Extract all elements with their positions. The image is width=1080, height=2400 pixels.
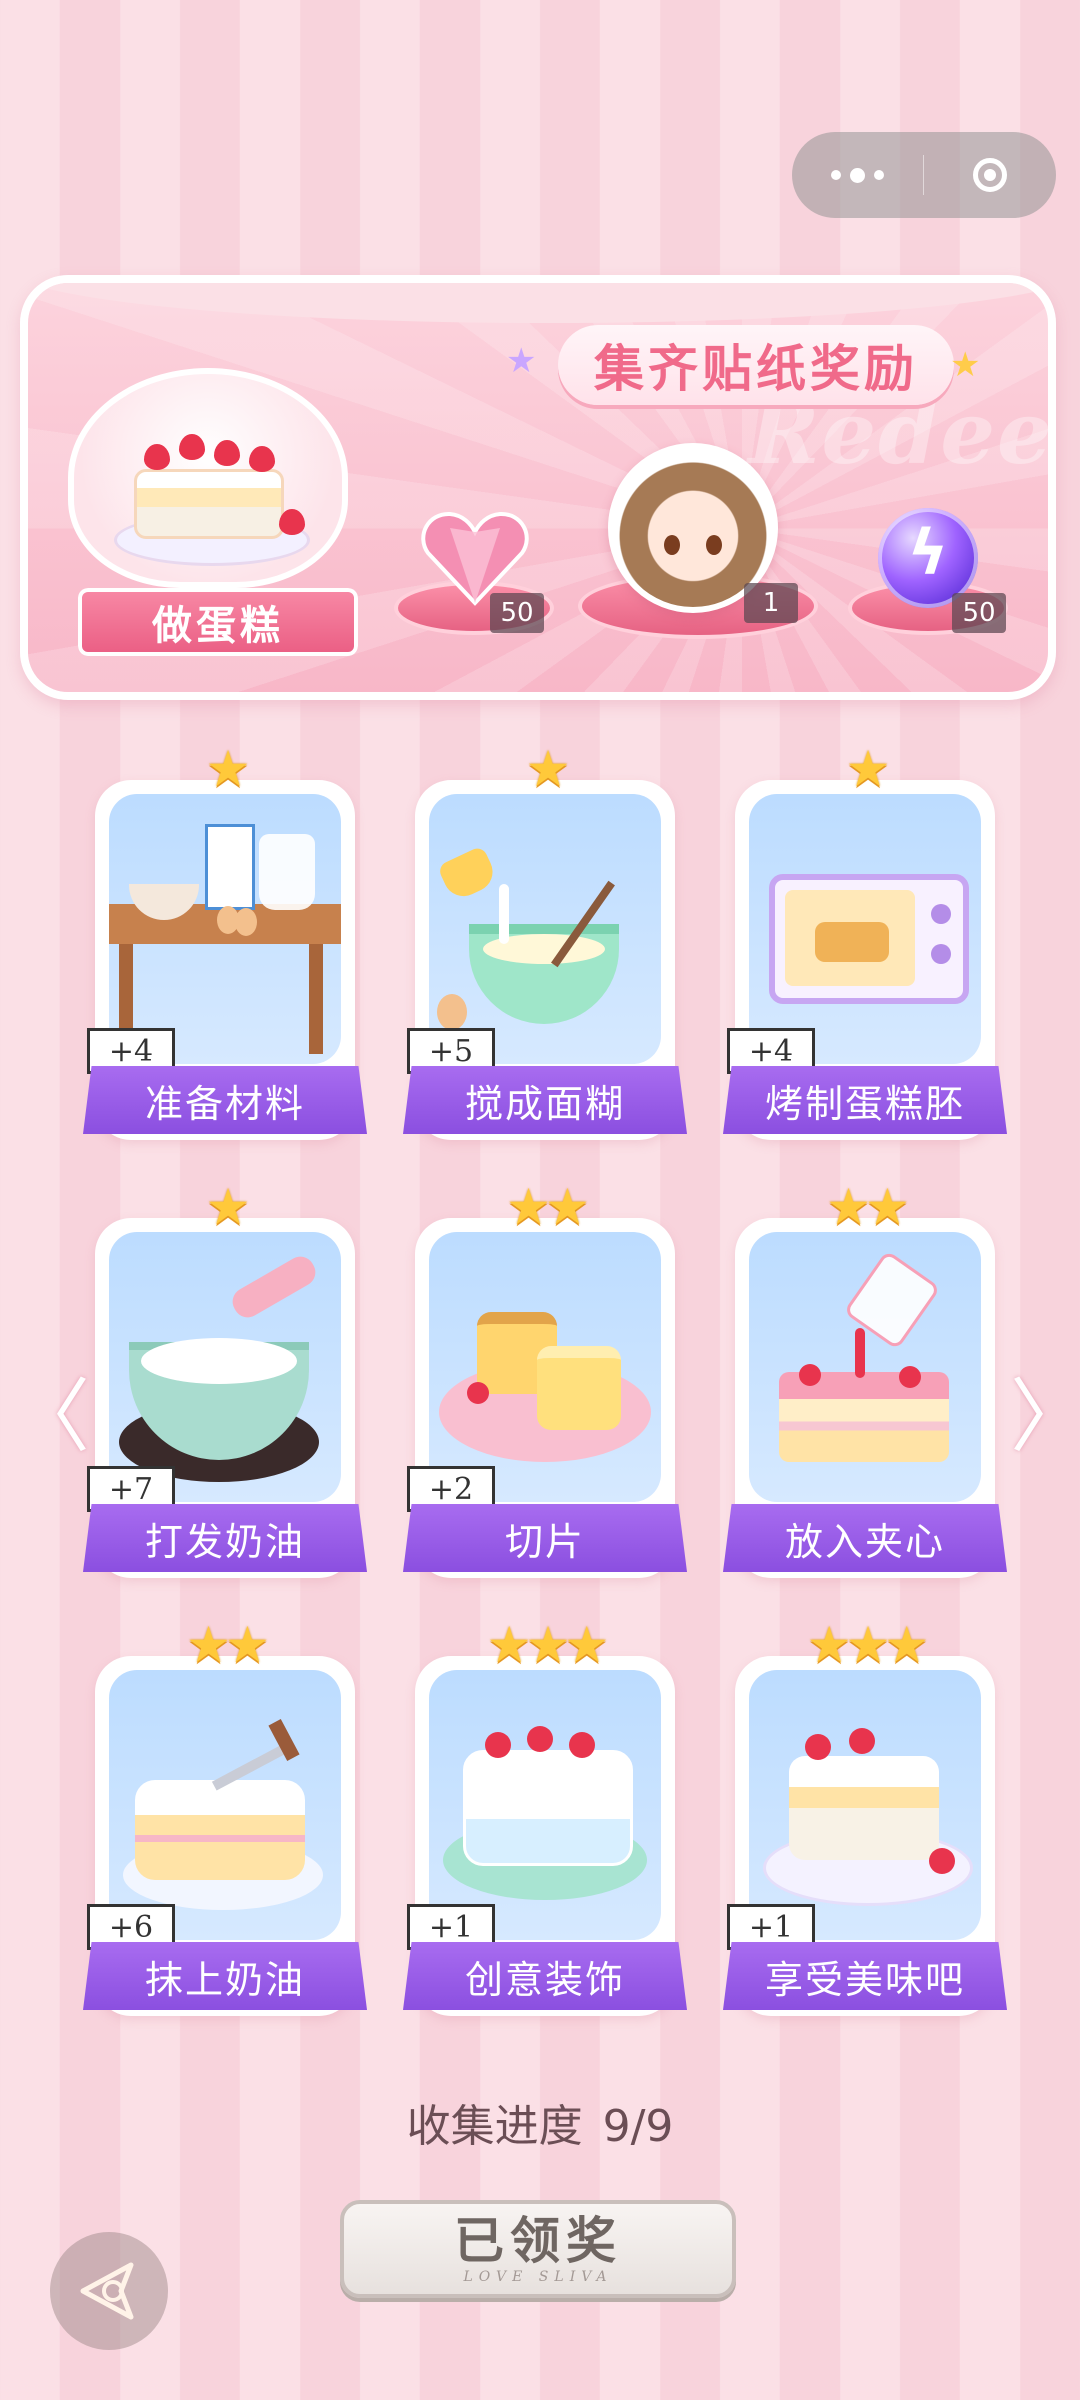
whipped-cream — [141, 1338, 297, 1384]
difficulty-stars: ★★ — [186, 1616, 270, 1674]
step-label: 烤制蛋糕胚 — [723, 1066, 1007, 1134]
strawberry-icon — [799, 1364, 821, 1386]
step-card-whip[interactable]: ★ +7 打发奶油 — [83, 1178, 367, 1578]
sticker-reward-banner: Redeem ★ 集齐贴纸奖励 ★ 做蛋糕 50 1 ϟ 50 — [20, 275, 1056, 700]
difficulty-stars: ★★ — [506, 1178, 590, 1236]
step-card-filling[interactable]: ★★ 放入夹心 — [723, 1178, 1007, 1578]
difficulty-stars: ★ — [205, 1178, 251, 1236]
strawberry-icon — [849, 1728, 875, 1754]
step-card-enjoy[interactable]: ★★★ +1 享受美味吧 — [723, 1616, 1007, 2016]
step-label: 打发奶油 — [83, 1504, 367, 1572]
reward-count-orb: 50 — [952, 593, 1006, 633]
prepare-ingredients-illustration — [109, 794, 341, 1064]
difficulty-stars: ★ — [205, 740, 251, 798]
make-cake-label: 做蛋糕 — [78, 588, 358, 656]
jam-stream — [855, 1328, 865, 1378]
cake-body — [134, 469, 284, 539]
step-card-decorate[interactable]: ★★★ +1 创意装饰 — [403, 1616, 687, 2016]
step-card-batter[interactable]: ★ +5 搅成面糊 — [403, 740, 687, 1140]
claimed-button-label: 已领奖 — [454, 2212, 622, 2270]
strawberry-icon — [899, 1366, 921, 1388]
target-icon[interactable] — [924, 132, 1056, 218]
step-label: 搅成面糊 — [403, 1066, 687, 1134]
hand-mixer — [227, 1251, 321, 1323]
back-arrow-icon — [80, 2262, 134, 2320]
cake-globe-illustration — [68, 368, 348, 588]
claimed-button-subtext: LOVE SLIVA — [463, 2269, 613, 2285]
step-card-bake[interactable]: ★ +4 烤制蛋糕胚 — [723, 740, 1007, 1140]
step-card-slice[interactable]: ★★ +2 切片 — [403, 1178, 687, 1578]
strawberry-icon — [279, 509, 305, 535]
banner-title: 集齐贴纸奖励 — [558, 325, 954, 405]
mini-program-capsule — [792, 132, 1056, 218]
strawberry-icon — [527, 1726, 553, 1752]
strawberry-icon — [214, 440, 240, 466]
decorate-cake-illustration — [429, 1670, 661, 1940]
step-card-prepare[interactable]: ★ +4 准备材料 — [83, 740, 367, 1140]
star-sparkle-icon: ★ — [506, 341, 537, 381]
egg — [235, 908, 257, 936]
milk-carton — [205, 824, 255, 910]
step-card-frost[interactable]: ★★ +6 抹上奶油 — [83, 1616, 367, 2016]
back-button[interactable] — [50, 2232, 168, 2350]
strawberry-icon — [929, 1848, 955, 1874]
step-label: 享受美味吧 — [723, 1942, 1007, 2010]
milk-stream — [499, 884, 509, 944]
slice-cake-illustration — [429, 1232, 661, 1502]
reward-count-gem: 50 — [490, 593, 544, 633]
collection-progress: 收集进度 9/9 — [0, 2090, 1080, 2154]
bake-sponge-illustration — [749, 794, 981, 1064]
reward-count-avatar: 1 — [744, 583, 798, 623]
step-label: 切片 — [403, 1504, 687, 1572]
step-label: 创意装饰 — [403, 1942, 687, 2010]
difficulty-stars: ★★ — [826, 1178, 910, 1236]
strawberry-icon — [569, 1732, 595, 1758]
strawberry-icon — [144, 444, 170, 470]
cake-slice-cut — [789, 1756, 939, 1860]
progress-label: 收集进度 — [406, 2101, 583, 2152]
frost-cake-illustration — [109, 1670, 341, 1940]
strawberry-icon — [249, 446, 275, 472]
progress-value: 9/9 — [602, 2101, 674, 2152]
pitcher — [436, 845, 500, 903]
table-leg — [309, 944, 323, 1054]
prev-page-arrow[interactable]: 〈 — [10, 1352, 90, 1468]
strawberry-icon — [805, 1734, 831, 1760]
difficulty-stars: ★★★ — [806, 1616, 929, 1674]
decorated-cake — [463, 1750, 633, 1866]
frosted-cake — [135, 1780, 305, 1880]
whip-cream-illustration — [109, 1232, 341, 1502]
avatar-eye — [706, 535, 722, 555]
step-label: 抹上奶油 — [83, 1942, 367, 2010]
strawberry-icon — [467, 1382, 489, 1404]
oven-knob — [931, 944, 951, 964]
star-sparkle-icon: ★ — [950, 345, 981, 385]
strawberry-icon — [179, 434, 205, 460]
milk-jar — [259, 834, 315, 910]
egg — [437, 994, 467, 1030]
difficulty-stars: ★ — [525, 740, 571, 798]
cake-layers — [779, 1372, 949, 1462]
add-filling-illustration — [749, 1232, 981, 1502]
avatar-eye — [664, 535, 680, 555]
ellipsis-icon[interactable] — [792, 132, 923, 218]
mix-batter-illustration — [429, 794, 661, 1064]
strawberry-icon — [485, 1732, 511, 1758]
difficulty-stars: ★★★ — [486, 1616, 609, 1674]
oven-knob — [931, 904, 951, 924]
step-label: 准备材料 — [83, 1066, 367, 1134]
next-page-arrow[interactable]: 〉 — [1010, 1352, 1080, 1468]
claimed-button[interactable]: 已领奖 LOVE SLIVA — [340, 2200, 736, 2298]
enjoy-cake-illustration — [749, 1670, 981, 1940]
step-label: 放入夹心 — [723, 1504, 1007, 1572]
cake-layer — [537, 1346, 621, 1430]
sponge-cake — [815, 922, 889, 962]
difficulty-stars: ★ — [845, 740, 891, 798]
